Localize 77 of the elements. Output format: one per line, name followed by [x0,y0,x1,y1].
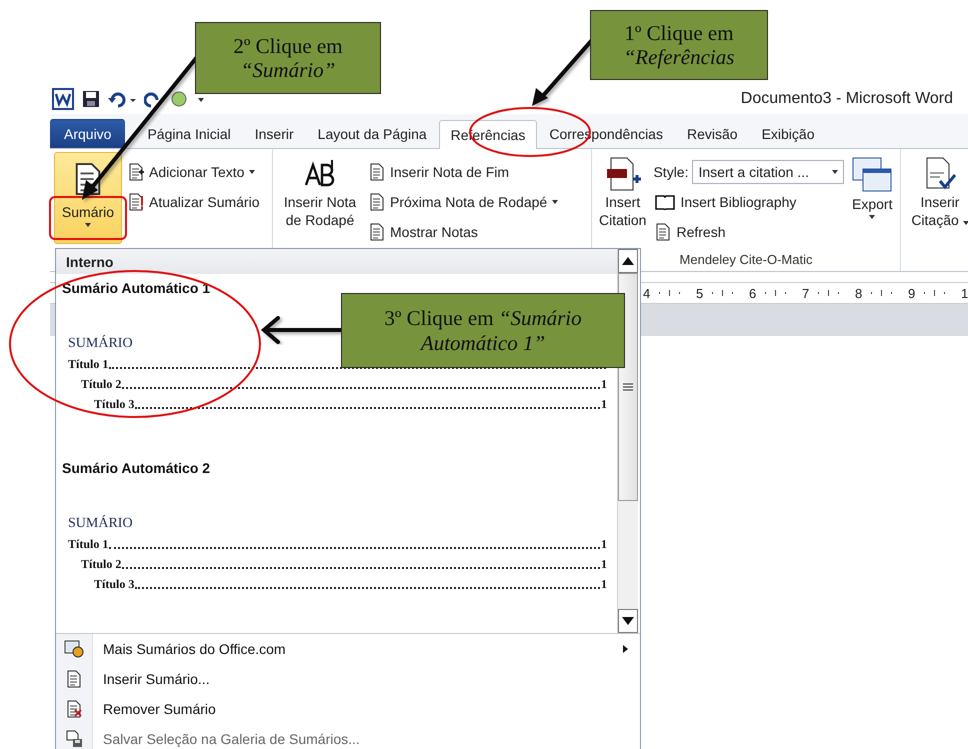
insert-citation-button[interactable]: Insert Citation [596,152,650,244]
windows-icon [852,157,892,193]
ribbon-button[interactable]: Adicionar Texto [126,160,262,184]
callout: 3º Clique em “Sumário Automático 1” [341,293,625,368]
ribbon-tab[interactable]: Layout da Página [306,119,439,148]
menu-item[interactable]: Remover Sumário [56,694,640,724]
scroll-down-button[interactable] [618,609,638,633]
toc-button[interactable]: Sumário [54,152,122,244]
ruler-number: 9 [908,286,916,300]
ruler-number: 8 [855,286,862,300]
insert-citation-button[interactable]: Inserir Citação [905,152,968,244]
toc-entry-text: Título 2 [81,556,122,572]
page-number: 1 [601,536,607,552]
caret-icon [85,223,91,228]
callout: 1º Clique em “Referências [590,10,768,80]
page-number: 1 [601,377,607,392]
grip-icon [623,383,633,391]
file-tab[interactable]: Arquivo [50,119,126,148]
document-add-icon [604,157,641,191]
group-label: Mendeley Cite-O-Matic [680,252,812,267]
document-icon [369,223,385,241]
window-title: Documento3 - Microsoft Word [740,90,953,108]
document-icon [369,193,385,211]
caret-icon [832,170,838,174]
ribbon-tab[interactable]: Inserir [242,119,306,148]
circle-icon[interactable] [170,90,188,108]
ribbon-button[interactable]: Atualizar Sumário [126,190,262,214]
word-logo-icon[interactable] [52,88,74,110]
toc-entry-text: Título 3 [94,576,134,592]
book-icon [655,194,676,210]
style-dropdown[interactable]: Insert a citation ... [692,160,844,184]
footnote-button[interactable]: Inserir Nota de Rodapé [277,152,363,244]
toc-heading: SUMÁRIO [68,516,133,532]
toc-heading: SUMÁRIO [68,336,133,352]
document-icon [369,163,385,181]
ribbon-button[interactable]: Insert Bibliography [653,190,844,214]
toc-entry-text: Título 2 [81,377,122,392]
page-number: 1 [601,397,607,412]
style-label: Style: [653,164,688,180]
ribbon-tab[interactable]: Revisão [674,119,750,148]
document-icon [66,670,82,688]
ruler-number: 5 [696,286,704,300]
globe-document-icon [64,640,84,658]
gallery-item-title[interactable]: Sumário Automático 2 [62,460,210,476]
document-icon [655,223,672,241]
menu-item[interactable]: Inserir Sumário... [56,664,640,694]
toc-entry-text: Título 1 [68,536,108,552]
export-button[interactable]: Export [848,152,896,244]
ribbon-button[interactable]: Refresh [653,220,844,244]
menu-item[interactable]: Mais Sumários do Office.com [56,634,640,664]
ribbon-button[interactable]: Inserir Nota de Fim [367,160,560,184]
toc-entry-text: Título 1 [68,357,108,372]
document-delete-icon [66,700,82,718]
save-icon[interactable] [82,90,100,108]
ruler-number: 1 [961,286,968,300]
up-arrow-icon [622,257,634,265]
ribbon-button[interactable]: Próxima Nota de Rodapé [367,190,560,214]
ribbon-button[interactable]: Mostrar Notas [367,220,560,244]
ruler-number: 7 [802,286,810,300]
gallery-header: Interno [56,249,617,274]
ribbon-tab[interactable]: Página Inicial [135,119,243,148]
toc-entry-text: Título 3 [94,397,134,412]
document-check-icon [924,157,956,191]
callout: 2º Clique em “Sumário” [195,22,381,94]
scroll-up-button[interactable] [618,249,638,273]
undo-icon[interactable] [108,90,136,108]
document-alert-icon [128,193,144,211]
document-add-icon [128,163,144,181]
page-number: 1 [601,576,607,592]
ruler-number: 4 [643,286,650,300]
caret-icon [962,221,968,226]
save-document-icon [65,730,83,748]
page-number: 1 [601,556,607,572]
ribbon-tab[interactable]: Exibição [750,119,826,148]
down-arrow-icon [622,617,634,625]
ruler-number: 6 [749,286,756,300]
caret-icon [869,215,876,220]
